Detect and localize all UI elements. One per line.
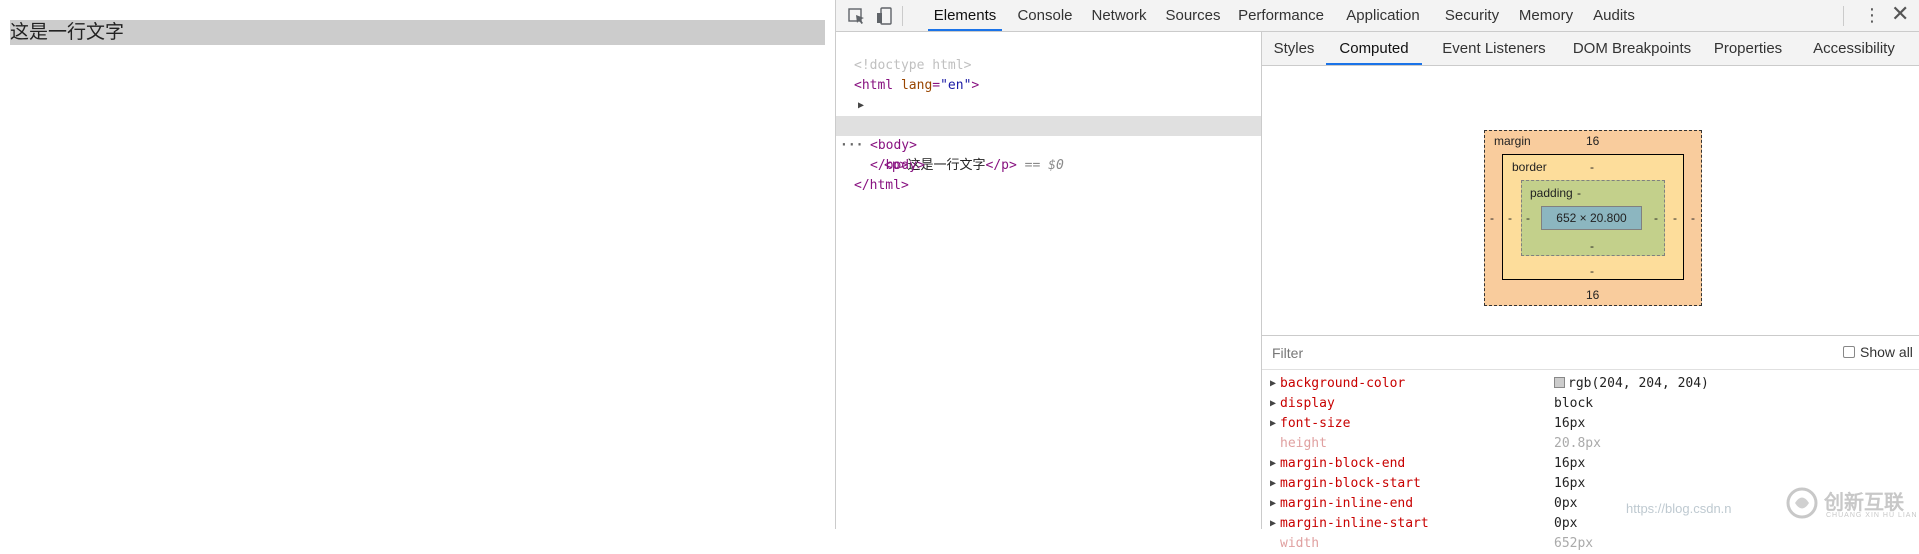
tab-styles[interactable]: Styles <box>1268 32 1320 65</box>
margin-label: margin <box>1494 134 1531 148</box>
tab-security[interactable]: Security <box>1440 0 1504 31</box>
show-all-label[interactable]: Show all <box>1860 344 1913 360</box>
tree-line-p-selected[interactable]: ··· <p>这是一行文字</p> == $0 <box>836 116 1261 173</box>
property-name: display <box>1280 396 1335 411</box>
margin-top-value[interactable]: 16 <box>1586 134 1599 148</box>
margin-bottom-value[interactable]: 16 <box>1586 288 1599 302</box>
expand-triangle-icon[interactable]: ▶ <box>1270 494 1276 514</box>
color-swatch[interactable] <box>1554 377 1565 388</box>
property-name: font-size <box>1280 416 1351 431</box>
margin-left-value[interactable]: - <box>1490 211 1494 225</box>
computed-property-row[interactable]: ▶ display block <box>1262 394 1919 414</box>
computed-property-row[interactable]: ▶ background-color rgb(204, 204, 204) <box>1262 374 1919 394</box>
tree-line-html[interactable]: <html lang="en"> <box>836 56 1261 93</box>
device-toolbar-icon[interactable] <box>873 6 895 26</box>
property-value: 16px <box>1554 416 1586 431</box>
computed-property-row[interactable]: height 20.8px <box>1262 434 1919 454</box>
elements-tree: <!doctype html> <html lang="en"> ▶ <head… <box>836 32 1262 529</box>
computed-property-row[interactable]: ▶ font-size 16px <box>1262 414 1919 434</box>
property-name: background-color <box>1280 376 1406 391</box>
toolbar-divider <box>1843 6 1844 26</box>
tree-line-html-close[interactable]: </html> <box>836 156 1261 193</box>
property-value: rgb(204, 204, 204) <box>1568 376 1709 391</box>
computed-property-row[interactable]: width 652px <box>1262 534 1919 554</box>
expand-triangle-icon[interactable]: ▶ <box>1270 474 1276 494</box>
padding-bottom-value[interactable]: - <box>1590 239 1594 253</box>
watermark-sub: CHUANG XIN HU LIAN <box>1826 512 1918 519</box>
show-all-checkbox[interactable] <box>1843 346 1855 358</box>
tree-line-body-close[interactable]: </body> <box>836 136 1261 173</box>
toolbar-divider <box>902 6 903 26</box>
expand-triangle-icon[interactable]: ▶ <box>1270 454 1276 474</box>
devtools-toolbar: Elements Console Network Sources Perform… <box>836 0 1919 32</box>
close-icon[interactable]: ✕ <box>1891 2 1909 27</box>
property-value: block <box>1554 396 1594 411</box>
tab-elements[interactable]: Elements <box>928 0 1002 31</box>
border-left-value[interactable]: - <box>1508 211 1512 225</box>
tab-properties[interactable]: Properties <box>1706 32 1790 65</box>
tab-network[interactable]: Network <box>1086 0 1152 31</box>
property-value: 16px <box>1554 456 1586 471</box>
border-right-value[interactable]: - <box>1673 211 1677 225</box>
watermark-brand: 创新互联 <box>1824 490 1904 514</box>
tab-audits[interactable]: Audits <box>1588 0 1640 31</box>
more-options-icon[interactable]: ⋮ <box>1863 5 1881 26</box>
property-value: 20.8px <box>1554 436 1601 451</box>
property-name: width <box>1280 536 1320 551</box>
tab-computed[interactable]: Computed <box>1326 32 1422 65</box>
property-name: margin-block-end <box>1280 456 1406 471</box>
tab-event-listeners[interactable]: Event Listeners <box>1430 32 1558 65</box>
property-name: height <box>1280 436 1327 451</box>
tree-line-body[interactable]: ▼ <body> <box>836 96 1261 153</box>
expand-triangle-icon[interactable]: ▶ <box>1270 514 1276 534</box>
devtools-window: Elements Console Network Sources Perform… <box>835 0 1919 551</box>
computed-property-row[interactable]: ▶ margin-block-end 16px <box>1262 454 1919 474</box>
tree-line-doctype[interactable]: <!doctype html> <box>836 36 1261 73</box>
elements-sidebar: Styles Computed Event Listeners DOM Brea… <box>1262 32 1919 551</box>
margin-right-value[interactable]: - <box>1691 211 1695 225</box>
tab-dom-breakpoints[interactable]: DOM Breakpoints <box>1566 32 1698 65</box>
tab-console[interactable]: Console <box>1014 0 1076 31</box>
expand-triangle-icon[interactable]: ▶ <box>1270 374 1276 394</box>
tree-line-head[interactable]: ▶ <head>…</head> <box>836 76 1261 133</box>
tab-memory[interactable]: Memory <box>1514 0 1578 31</box>
watermark: https://blog.csdn.n 创新互联 CHUANG XIN HU L… <box>1398 476 1918 526</box>
expand-triangle-icon[interactable]: ▶ <box>1270 394 1276 414</box>
computed-filter-bar: Show all <box>1262 336 1919 370</box>
property-name: margin-inline-end <box>1280 496 1414 511</box>
border-bottom-value[interactable]: - <box>1590 264 1594 278</box>
property-value: 652px <box>1554 536 1594 551</box>
padding-top-value[interactable]: - <box>1577 186 1581 200</box>
tab-accessibility[interactable]: Accessibility <box>1798 32 1910 65</box>
box-model-content[interactable]: 652 × 20.800 <box>1541 206 1642 230</box>
filter-input[interactable] <box>1272 344 1572 362</box>
page-viewport: 这是一行文字 <box>0 0 835 529</box>
padding-left-value[interactable]: - <box>1526 211 1530 225</box>
border-top-value[interactable]: - <box>1590 160 1594 174</box>
brand-logo-icon <box>1785 486 1819 520</box>
border-label: border <box>1512 160 1547 174</box>
paragraph: 这是一行文字 <box>10 20 825 45</box>
sidebar-tabs: Styles Computed Event Listeners DOM Brea… <box>1262 32 1919 66</box>
html-close-tag: html <box>869 178 901 193</box>
tab-application[interactable]: Application <box>1336 0 1430 31</box>
watermark-url: https://blog.csdn.n <box>1626 501 1732 516</box>
expand-triangle-icon[interactable]: ▶ <box>1270 414 1276 434</box>
tab-sources[interactable]: Sources <box>1162 0 1224 31</box>
padding-label: padding <box>1530 186 1573 200</box>
padding-right-value[interactable]: - <box>1654 211 1658 225</box>
inspect-element-icon[interactable] <box>846 6 868 26</box>
tab-performance[interactable]: Performance <box>1234 0 1328 31</box>
box-model-diagram: 652 × 20.800 margin 16 16 - - border - -… <box>1262 66 1919 336</box>
